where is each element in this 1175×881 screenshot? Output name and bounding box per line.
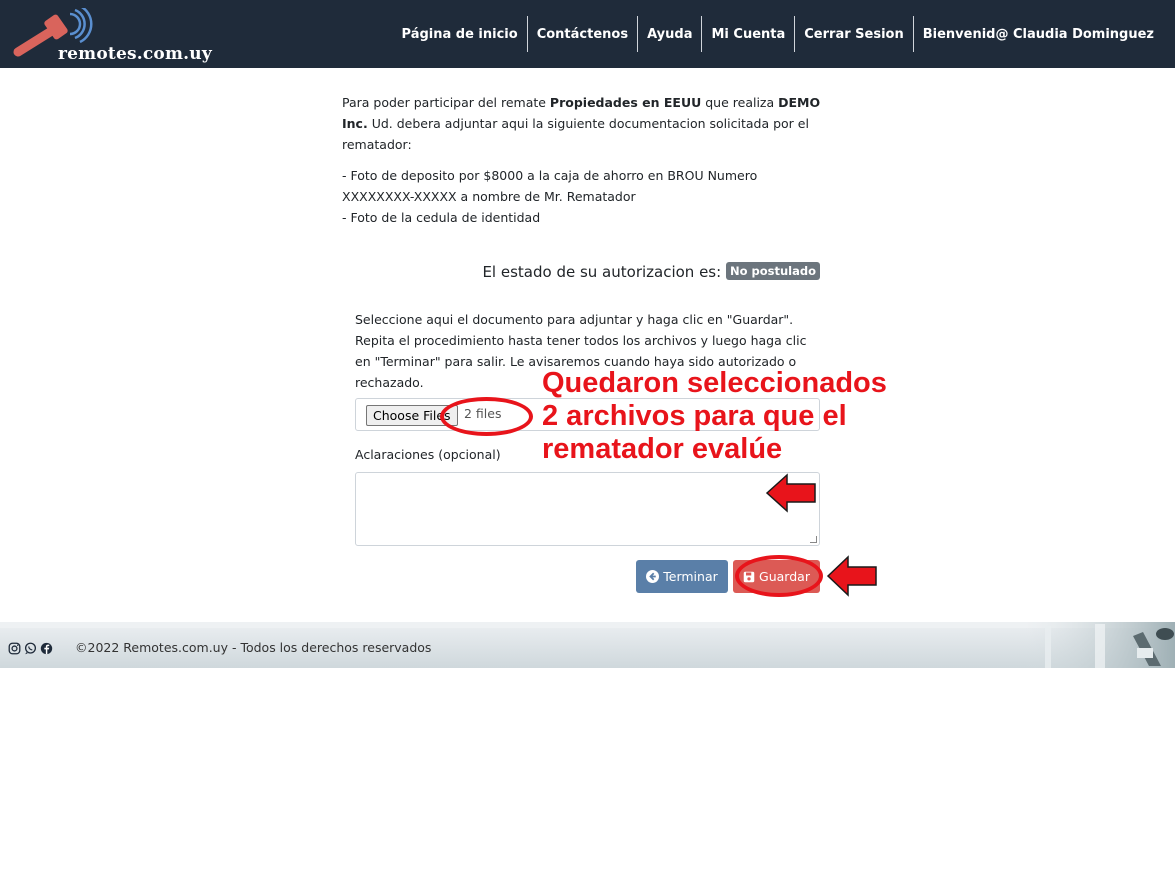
nav-my-account[interactable]: Mi Cuenta [701, 16, 794, 52]
nav-home[interactable]: Página de inicio [393, 16, 527, 52]
footer-image-icon [1025, 622, 1175, 668]
logo-text: remotes.com.uy [58, 44, 212, 64]
arrow-left-icon [765, 473, 816, 513]
authorization-status: El estado de su autorizacion es: No post… [342, 260, 820, 284]
whatsapp-icon[interactable] [24, 642, 37, 655]
nav-help[interactable]: Ayuda [637, 16, 701, 52]
aclaraciones-textarea[interactable] [355, 472, 820, 546]
annotation-line: Quedaron seleccionados [542, 367, 887, 399]
navbar: remotes.com.uy Página de inicio Contácte… [0, 0, 1175, 68]
auction-name: Propiedades en EEUU [549, 95, 702, 110]
intro-section: Para poder participar del remate Propied… [342, 92, 826, 238]
aclaraciones-label: Aclaraciones (opcional) [355, 447, 501, 462]
annotation-circle-file-count [440, 397, 533, 436]
intro-paragraph: Para poder participar del remate Propied… [342, 92, 826, 155]
intro-text: Para poder participar del remate [342, 95, 550, 110]
intro-text: Ud. debera adjuntar aqui la siguiente do… [342, 116, 809, 152]
arrow-left-icon [826, 555, 877, 597]
terminar-label: Terminar [663, 569, 718, 584]
requirements-list: - Foto de deposito por $8000 a la caja d… [342, 165, 826, 228]
footer-copyright: ©2022 Remotes.com.uy - Todos los derecho… [75, 640, 432, 655]
main-nav: Página de inicio Contáctenos Ayuda Mi Cu… [393, 16, 1163, 52]
annotation-line: rematador evalúe [542, 433, 783, 465]
annotation-circle-guardar [735, 555, 823, 597]
nav-contact[interactable]: Contáctenos [526, 16, 637, 52]
status-badge: No postulado [725, 261, 820, 280]
social-icons [8, 642, 53, 655]
nav-welcome-user[interactable]: Bienvenid@ Claudia Dominguez [912, 16, 1163, 52]
requirement-item: - Foto de deposito por $8000 a la caja d… [342, 168, 758, 204]
status-label: El estado de su autorizacion es: [482, 263, 722, 281]
footer: ©2022 Remotes.com.uy - Todos los derecho… [0, 622, 1175, 668]
facebook-icon[interactable] [40, 642, 53, 655]
resize-handle[interactable] [810, 536, 817, 543]
terminar-button[interactable]: Terminar [636, 560, 728, 593]
footer-decorative-image [1025, 622, 1175, 668]
nav-logout[interactable]: Cerrar Sesion [794, 16, 912, 52]
arrow-left-circle-icon [646, 570, 660, 583]
annotation-callout: Quedaron seleccionados 2 archivos para q… [542, 367, 887, 466]
annotation-line: 2 archivos para que el [542, 400, 847, 432]
instagram-icon[interactable] [8, 642, 21, 655]
intro-text: que realiza [701, 95, 779, 110]
requirement-item: - Foto de la cedula de identidad [342, 210, 541, 225]
site-logo[interactable]: remotes.com.uy [10, 4, 212, 64]
